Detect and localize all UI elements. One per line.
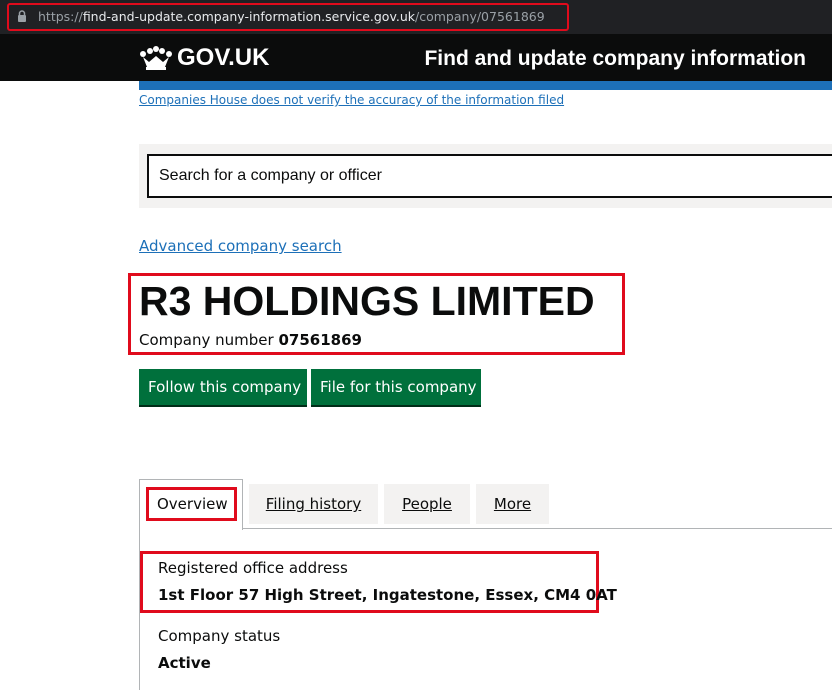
header-blue-bar <box>139 81 832 90</box>
tab-overview-label[interactable]: Overview <box>157 494 228 514</box>
company-number: Company number 07561869 <box>139 330 362 350</box>
lock-icon <box>18 10 26 22</box>
url-field[interactable]: https://find-and-update.company-informat… <box>38 9 545 25</box>
file-for-company-button[interactable]: File for this company <box>311 369 481 405</box>
url-path: /company/07561869 <box>415 9 545 24</box>
search-input[interactable] <box>147 154 832 198</box>
company-name: R3 HOLDINGS LIMITED <box>139 278 595 324</box>
browser-address-bar: https://find-and-update.company-informat… <box>0 0 832 34</box>
url-scheme: https:// <box>38 9 83 24</box>
company-number-label: Company number <box>139 331 274 349</box>
registered-office-value: 1st Floor 57 High Street, Ingatestone, E… <box>158 586 617 604</box>
crown-icon[interactable] <box>139 46 173 70</box>
company-status-value: Active <box>158 654 211 672</box>
advanced-search-link[interactable]: Advanced company search <box>139 236 342 256</box>
tab-filing-history[interactable]: Filing history <box>249 484 378 524</box>
url-host: find-and-update.company-information.serv… <box>82 9 416 24</box>
company-number-value: 07561869 <box>278 331 362 349</box>
tab-more[interactable]: More <box>476 484 549 524</box>
tab-people[interactable]: People <box>384 484 470 524</box>
govuk-logotype-link[interactable]: GOV.UK <box>177 43 269 73</box>
follow-company-button[interactable]: Follow this company <box>139 369 307 405</box>
company-status-label: Company status <box>158 627 281 645</box>
registered-office-label: Registered office address <box>158 559 348 577</box>
service-name-link[interactable]: Find and update company information <box>424 45 806 73</box>
disclaimer-link[interactable]: Companies House does not verify the accu… <box>139 91 564 109</box>
